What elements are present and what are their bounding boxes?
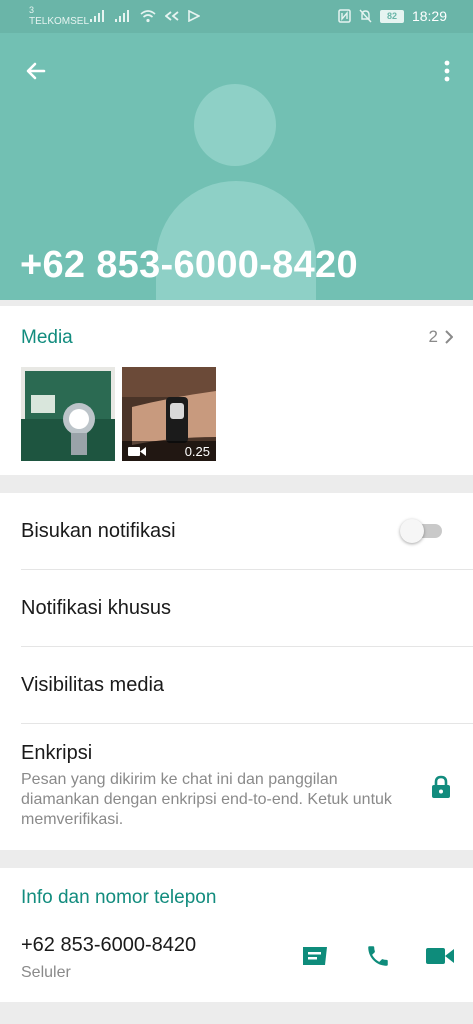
custom-notifications-label: Notifikasi khusus (21, 597, 172, 619)
arrow-left-icon (26, 62, 46, 80)
mute-bell-icon (359, 9, 372, 23)
encryption-title: Enkripsi (21, 742, 93, 764)
watch-box-image (21, 367, 115, 461)
info-section: Info dan nomor telepon +62 853-6000-8420… (0, 868, 473, 1002)
carrier-name: TELKOMSEL (29, 16, 90, 27)
status-icons-right: 82 18:29 (338, 8, 447, 24)
encryption-description: Pesan yang dikirim ke chat ini dan pangg… (21, 771, 392, 828)
back-button[interactable] (20, 55, 52, 87)
carrier-number: 3 (29, 5, 35, 15)
media-visibility-row[interactable]: Visibilitas media (0, 647, 473, 723)
video-info-bar: 0.25 (122, 441, 216, 461)
battery-icon: 82 (379, 9, 404, 23)
chevron-right-icon (445, 330, 453, 344)
custom-notifications-row[interactable]: Notifikasi khusus (0, 570, 473, 646)
media-section: Media 2 0.25 (0, 306, 473, 475)
toggle-knob (400, 519, 424, 543)
more-options-button[interactable] (439, 56, 455, 86)
clock: 18:29 (411, 8, 447, 24)
phone-type: Seluler (21, 964, 71, 981)
status-bar: 3 TELKOMSEL 82 18:29 (0, 0, 473, 33)
settings-section: Bisukan notifikasi Notifikasi khusus Vis… (0, 493, 473, 850)
media-thumbnail-video[interactable]: 0.25 (122, 367, 216, 461)
message-icon (303, 947, 327, 965)
media-count: 2 (428, 327, 438, 346)
media-count-link[interactable]: 2 (429, 327, 453, 347)
message-button[interactable] (300, 942, 330, 970)
contact-title: +62 853-6000-8420 (20, 244, 358, 286)
signal-icon-2 (115, 10, 129, 22)
media-title: Media (21, 327, 73, 348)
voice-call-button[interactable] (363, 942, 393, 970)
nfc-arrows-icon (165, 11, 179, 21)
lock-icon (432, 775, 450, 798)
contact-info-screen: 3 TELKOMSEL 82 18:29 +62 853-6000-8420 M… (0, 0, 473, 1024)
signal-icon (90, 10, 104, 22)
nfc-icon (338, 9, 351, 23)
media-thumbnail-image[interactable] (21, 367, 115, 461)
phone-icon (368, 946, 388, 966)
mute-notifications-toggle[interactable] (400, 519, 442, 543)
profile-header: 3 TELKOMSEL 82 18:29 +62 853-6000-8420 (0, 0, 473, 300)
phone-number[interactable]: +62 853-6000-8420 (21, 934, 196, 957)
video-call-button[interactable] (425, 942, 455, 970)
status-icons-left (90, 8, 200, 24)
media-visibility-label: Visibilitas media (21, 674, 165, 696)
video-call-icon (426, 948, 454, 964)
video-camera-icon (128, 446, 146, 456)
mute-notifications-row[interactable]: Bisukan notifikasi (0, 493, 473, 569)
cast-icon (188, 10, 200, 22)
video-duration: 0.25 (184, 443, 210, 459)
wifi-icon (140, 9, 156, 22)
avatar-placeholder-head (194, 84, 276, 166)
info-title: Info dan nomor telepon (21, 887, 217, 908)
more-vert-icon (444, 60, 450, 82)
mute-notifications-label: Bisukan notifikasi (21, 520, 176, 542)
